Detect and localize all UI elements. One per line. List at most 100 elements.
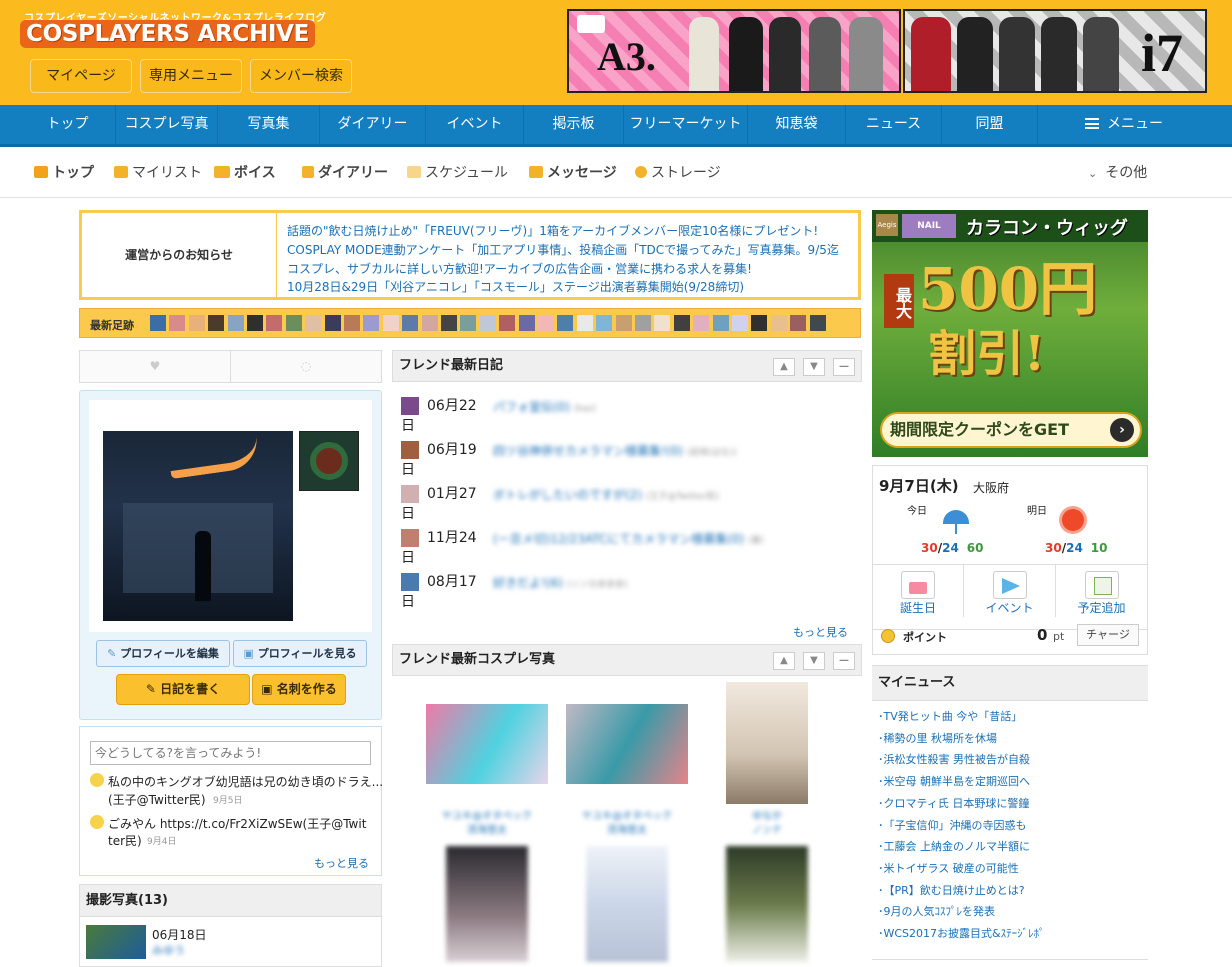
add-schedule-link[interactable]: 予定追加	[1056, 565, 1147, 617]
news-item[interactable]: ･クロマティ氏 日本野球に警鐘	[878, 795, 1029, 811]
news-item[interactable]: ･稀勢の里 秋場所を休場	[878, 730, 997, 746]
subnav-storage[interactable]: ストレージ	[635, 164, 721, 182]
cosphoto-thumb[interactable]	[446, 846, 528, 962]
nav-event[interactable]: イベント	[426, 105, 524, 144]
subnav-schedule[interactable]: スケジュール	[407, 164, 508, 182]
footprint-avatar[interactable]	[635, 315, 651, 331]
nav-alliance[interactable]: 同盟	[942, 105, 1038, 144]
arrow-down-icon[interactable]: ▼	[803, 358, 825, 376]
special-menu-button[interactable]: 専用メニュー	[140, 59, 242, 93]
diary-title-link[interactable]: (ー旦メ切)12/23ATCにてカメラマン様募集(0) (春日えしも)	[493, 530, 763, 547]
footprint-avatar[interactable]	[596, 315, 613, 331]
arrow-up-icon[interactable]: ▲	[773, 358, 795, 376]
profile-main-photo[interactable]	[103, 431, 293, 621]
nav-cosplay-photos[interactable]: コスプレ写真	[116, 105, 218, 144]
footprint-avatar[interactable]	[169, 315, 186, 331]
footprint-avatar[interactable]	[247, 315, 263, 331]
cosphoto-thumb[interactable]	[566, 704, 688, 784]
footprint-avatar[interactable]	[615, 315, 632, 331]
nav-chiebukuro[interactable]: 知恵袋	[748, 105, 846, 144]
nav-menu[interactable]: メニュー	[1038, 105, 1210, 144]
footprint-avatar[interactable]	[421, 315, 438, 331]
subnav-diary[interactable]: ダイアリー	[302, 164, 388, 182]
subnav-top[interactable]: トップ	[34, 164, 94, 182]
subnav-voice[interactable]: ボイス	[214, 164, 276, 182]
edit-profile-button[interactable]: ✎ プロフィールを編集	[96, 640, 230, 667]
news-item[interactable]: ･WCS2017お披露目式&ｽﾃｰｼﾞﾚﾎﾟ	[878, 925, 1045, 941]
nav-bbs[interactable]: 掲示板	[524, 105, 624, 144]
diary-title-link[interactable]: 四ツ谷神併せカメラマン様募集!(0) (凪咲(はな))	[493, 442, 763, 459]
diary-more-link[interactable]: もっと見る	[793, 624, 848, 640]
news-item[interactable]: ･TV発ヒット曲 今や「昔話」	[878, 708, 1022, 724]
nav-flea-market[interactable]: フリーマーケット	[624, 105, 748, 144]
footprint-avatar[interactable]	[150, 315, 166, 331]
shot-photo-name[interactable]: みゆう	[152, 942, 185, 958]
footprint-avatar[interactable]	[538, 315, 554, 331]
arrow-up-icon[interactable]: ▲	[773, 652, 795, 670]
friend-avatar[interactable]	[401, 529, 419, 547]
diary-title-link[interactable]: ボトレがしたいのですが(2) (王子@Twitter民)	[493, 486, 763, 503]
footprint-avatar[interactable]	[324, 315, 341, 331]
notice-link[interactable]: 話題の"飲む日焼け止め"「FREUV(フリーヴ)」1箱をアーカイブメンバー限定1…	[287, 222, 818, 239]
subnav-other[interactable]: ⌄ その他	[1088, 164, 1147, 182]
cosphoto-thumb[interactable]	[726, 846, 808, 962]
cosphoto-thumb[interactable]	[426, 704, 548, 784]
site-logo[interactable]: COSPLAYERS ARCHIVE	[20, 20, 316, 48]
friend-avatar[interactable]	[401, 397, 419, 415]
cosphoto-thumb[interactable]	[586, 846, 668, 962]
news-item[interactable]: ･米空母 朝鮮半島を定期巡回へ	[878, 773, 1030, 789]
footprint-avatar[interactable]	[479, 315, 496, 331]
subnav-mylist[interactable]: マイリスト	[114, 164, 202, 182]
news-item[interactable]: ･工藤会 上納金のノルマ半額に	[878, 838, 1030, 854]
view-profile-button[interactable]: ▣ プロフィールを見る	[233, 640, 367, 667]
heart-tab[interactable]: ♥	[80, 351, 231, 382]
footprint-avatar[interactable]	[208, 315, 225, 331]
footprint-avatar[interactable]	[227, 315, 244, 331]
footprint-avatar[interactable]	[363, 315, 380, 331]
footprint-avatar[interactable]	[305, 315, 322, 331]
footprint-avatar[interactable]	[266, 315, 283, 331]
footprint-avatar[interactable]	[770, 315, 787, 331]
friend-avatar[interactable]	[401, 441, 419, 459]
cosphoto-caption[interactable]: ヤユキ@オタペック 流海悠太	[566, 810, 688, 838]
footprint-avatar[interactable]	[654, 315, 671, 331]
birthday-link[interactable]: 誕生日	[873, 565, 964, 617]
diary-title-link[interactable]: 好きだよ!(6) (ソン分余余余)	[493, 574, 763, 591]
footprint-avatar[interactable]	[344, 315, 360, 331]
friend-avatar[interactable]	[401, 485, 419, 503]
notice-link[interactable]: 10月28日&29日「刈谷アニコレ」「コスモール」ステージ出演者募集開始(9/2…	[287, 278, 744, 295]
news-item[interactable]: ･「子宝信仰」沖縄の寺因惑も	[878, 817, 1027, 833]
footprint-avatar[interactable]	[285, 315, 302, 331]
nav-photobook[interactable]: 写真集	[218, 105, 320, 144]
mypage-button[interactable]: マイページ	[30, 59, 132, 93]
nav-diary[interactable]: ダイアリー	[320, 105, 426, 144]
footprint-avatar[interactable]	[402, 315, 419, 331]
voice-more-link[interactable]: もっと見る	[314, 855, 369, 871]
notice-link[interactable]: コスプレ、サブカルに詳しい方歓迎!アーカイブの広告企画・営業に携わる求人を募集!	[287, 260, 752, 277]
news-item[interactable]: ･9月の人気ｺｽﾌﾟﾚを発表	[878, 903, 995, 919]
voice-author[interactable]: (王子@Twitter民)	[108, 791, 206, 808]
comment-tab[interactable]: ◌	[231, 351, 381, 382]
coupon-ad[interactable]: Aegis NAIL カラコン・ウィッグ 最大 500円 割引! 期間限定クーポ…	[872, 210, 1148, 457]
footprint-avatar[interactable]	[499, 315, 516, 331]
footprint-avatar[interactable]	[712, 315, 729, 331]
arrow-down-icon[interactable]: ▼	[803, 652, 825, 670]
cosphoto-thumb[interactable]	[726, 682, 808, 804]
cosphoto-caption[interactable]: ゆなか ノンナ	[726, 810, 808, 838]
coupon-cta-button[interactable]: 期間限定クーポンをGET ›	[880, 412, 1142, 448]
profile-thumb[interactable]	[299, 431, 359, 491]
member-search-button[interactable]: メンバー検索	[250, 59, 352, 93]
diary-title-link[interactable]: パフォ宣伝(0) (kaz)	[493, 398, 763, 415]
event-link[interactable]: イベント	[964, 565, 1056, 617]
minimize-icon[interactable]: —	[833, 652, 855, 670]
footprint-avatar[interactable]	[460, 315, 477, 331]
minimize-icon[interactable]: —	[833, 358, 855, 376]
footprint-avatar[interactable]	[790, 315, 807, 331]
nav-top[interactable]: トップ	[20, 105, 116, 144]
friend-avatar[interactable]	[401, 573, 419, 591]
ad-banner-i7[interactable]: i7	[903, 9, 1207, 93]
footprint-avatar[interactable]	[188, 315, 205, 331]
footprint-avatar[interactable]	[518, 315, 535, 331]
write-diary-button[interactable]: ✎ 日記を書く	[116, 674, 250, 705]
cosphoto-caption[interactable]: ヤユキ@オタペック 流海悠太	[426, 810, 548, 838]
